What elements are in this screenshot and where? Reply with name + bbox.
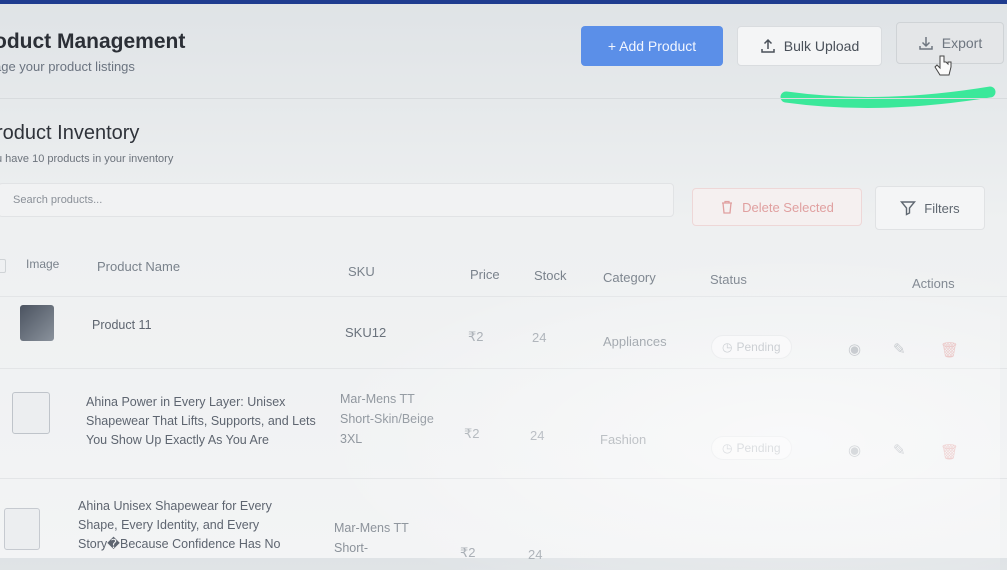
col-image: Image	[26, 257, 60, 271]
row-divider	[0, 478, 1007, 479]
product-stock: 24	[530, 428, 545, 443]
trash-icon	[722, 200, 733, 214]
product-price: ₹2	[464, 426, 480, 441]
bulk-upload-label: Bulk Upload	[783, 38, 860, 54]
select-all-checkbox[interactable]	[0, 259, 6, 273]
product-thumbnail	[4, 508, 40, 550]
col-stock: Stock	[534, 268, 567, 283]
filters-button[interactable]: Filters	[875, 186, 985, 230]
search-box[interactable]	[0, 183, 674, 217]
edit-icon[interactable]: ✎	[893, 340, 906, 358]
status-badge: ◷ Pending	[711, 436, 792, 460]
product-stock: 24	[532, 330, 547, 345]
col-sku: SKU	[348, 264, 375, 279]
table-header: Image Product Name SKU Price Stock Categ…	[0, 245, 1007, 295]
view-icon[interactable]: ◉	[848, 441, 861, 459]
product-name: Product 11	[92, 318, 152, 332]
product-name: Ahina Power in Every Layer: Unisex Shape…	[86, 395, 316, 447]
export-label: Export	[941, 35, 983, 51]
bulk-upload-button[interactable]: Bulk Upload	[737, 26, 882, 66]
col-price: Price	[470, 267, 500, 282]
clock-icon: ◷	[722, 441, 733, 455]
page-title: oduct Management	[0, 30, 186, 53]
top-accent-bar	[0, 0, 1007, 4]
product-category: Fashion	[600, 432, 647, 447]
row-divider	[0, 296, 1007, 297]
filters-label: Filters	[924, 200, 960, 216]
product-stock: 24	[528, 547, 543, 562]
status-label: Pending	[736, 441, 781, 455]
edit-icon[interactable]: ✎	[893, 441, 906, 459]
inventory-title: roduct Inventory	[0, 122, 140, 144]
product-sku: SKU12	[345, 325, 387, 340]
delete-icon[interactable]: 🗑	[940, 443, 959, 461]
row-divider	[0, 368, 1007, 369]
col-status: Status	[710, 272, 747, 287]
delete-selected-label: Delete Selected	[742, 199, 834, 215]
product-price: ₹2	[460, 545, 476, 560]
page-subtitle: age your product listings	[0, 59, 135, 74]
product-category: Appliances	[603, 334, 667, 349]
upload-icon	[761, 38, 775, 53]
header-divider	[0, 98, 1007, 99]
export-button[interactable]: Export	[896, 22, 1004, 64]
delete-selected-button[interactable]: Delete Selected	[692, 188, 862, 226]
delete-icon[interactable]: 🗑	[940, 341, 959, 359]
product-thumbnail	[12, 392, 50, 434]
add-product-button[interactable]: + Add Product	[581, 26, 723, 66]
product-name: Ahina Unisex Shapewear for Every Shape, …	[78, 499, 281, 551]
col-actions: Actions	[912, 276, 955, 291]
search-input[interactable]	[11, 193, 615, 207]
product-sku: Mar-Mens TT Short-	[334, 521, 409, 555]
annotation-marker-stroke	[780, 55, 996, 108]
product-sku: Mar-Mens TT Short-Skin/Beige 3XL	[340, 392, 434, 446]
inventory-subtitle: u have 10 products in your inventory	[0, 153, 174, 165]
filter-icon	[900, 201, 917, 216]
product-thumbnail	[20, 305, 54, 341]
download-icon	[919, 37, 933, 50]
col-category: Category	[603, 270, 656, 285]
view-icon[interactable]: ◉	[848, 340, 861, 358]
clock-icon: ◷	[722, 340, 733, 354]
product-price: ₹2	[468, 329, 484, 344]
col-product-name: Product Name	[97, 259, 181, 274]
status-badge: ◷ Pending	[711, 335, 792, 359]
add-product-label: + Add Product	[607, 38, 697, 54]
status-label: Pending	[736, 340, 781, 354]
